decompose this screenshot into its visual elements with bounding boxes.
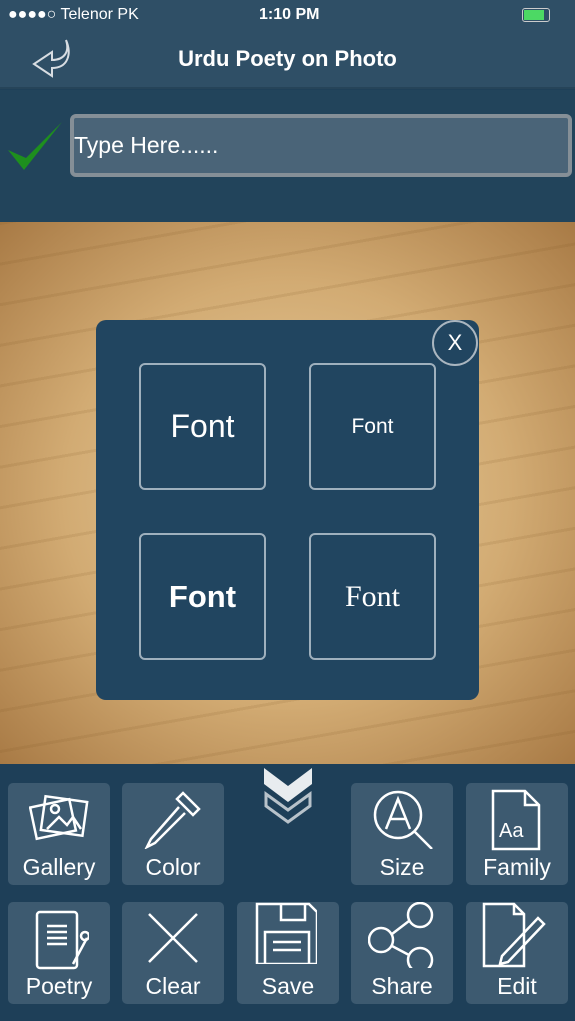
status-bar: ●●●●○ Telenor PK 1:10 PM [0, 0, 575, 32]
button-label: Size [379, 854, 425, 880]
nav-bar: Urdu Poety on Photo [0, 32, 575, 89]
save-button[interactable]: Save [237, 902, 339, 1004]
clear-icon [148, 913, 198, 963]
family-button[interactable]: Aa Family [466, 783, 568, 885]
edit-icon [482, 902, 546, 968]
button-label: Share [371, 973, 433, 999]
font-family-icon: Aa [491, 789, 541, 851]
poetry-button[interactable]: Poetry [8, 902, 110, 1004]
font-option-label: Font [351, 414, 394, 438]
button-label: Edit [497, 973, 537, 999]
battery-icon [522, 8, 550, 22]
font-option-label: Font [170, 408, 235, 444]
text-size-icon [373, 790, 433, 849]
font-option-regular-large[interactable]: Font [139, 363, 266, 490]
size-button[interactable]: Size [351, 783, 453, 885]
color-button[interactable]: Color [122, 783, 224, 885]
close-popup-button[interactable]: X [432, 320, 478, 366]
font-option-label: Font [344, 579, 401, 613]
double-chevron-down-icon[interactable] [262, 766, 314, 828]
clear-button[interactable]: Clear [122, 902, 224, 1004]
clock: 1:10 PM [259, 6, 320, 23]
eyedropper-icon [144, 791, 201, 849]
button-label: Color [145, 854, 201, 880]
button-label: Family [483, 854, 551, 880]
svg-text:Aa: Aa [499, 820, 524, 842]
font-option-regular-small[interactable]: Font [309, 363, 436, 490]
carrier: ●●●●○ Telenor PK [8, 6, 139, 23]
share-button[interactable]: Share [351, 902, 453, 1004]
button-label: Poetry [25, 973, 93, 999]
gallery-button[interactable]: Gallery [8, 783, 110, 885]
page-title: Urdu Poety on Photo [178, 46, 397, 71]
share-icon [368, 902, 434, 968]
font-picker-popup: Font Font Font Font [96, 320, 479, 700]
button-label: Gallery [22, 854, 96, 880]
gallery-icon [29, 794, 89, 841]
toolbar: Gallery Color Size Aa Family Poetry Clear… [0, 764, 575, 1021]
checkmark-icon[interactable] [6, 118, 64, 174]
font-option-label: Font [168, 578, 237, 614]
save-icon [255, 902, 317, 964]
font-option-bold[interactable]: Font [139, 533, 266, 660]
edit-button[interactable]: Edit [466, 902, 568, 1004]
button-label: Save [261, 973, 315, 999]
text-input[interactable] [70, 114, 572, 177]
button-label: Clear [145, 973, 201, 999]
poetry-icon [35, 910, 89, 970]
font-option-serif[interactable]: Font [309, 533, 436, 660]
